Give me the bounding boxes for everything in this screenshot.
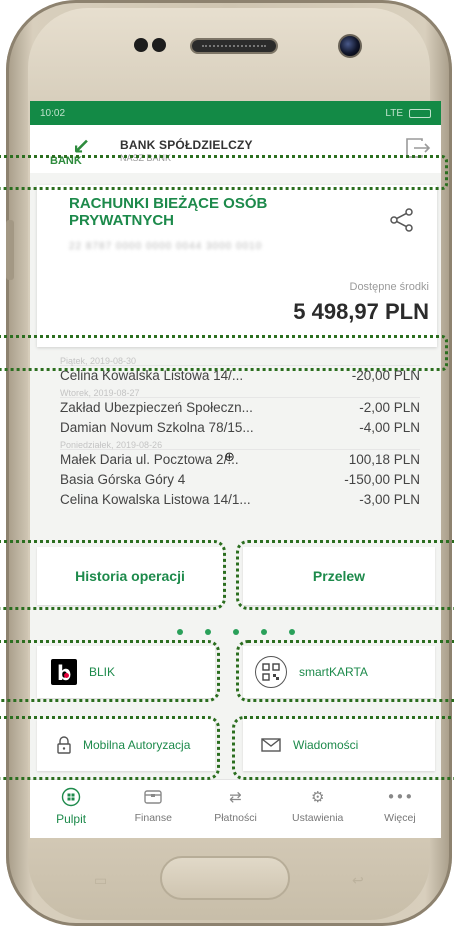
messages-button[interactable]: Wiadomości	[243, 719, 435, 771]
nav-item-wiecej[interactable]: ••• Więcej	[359, 780, 441, 838]
transaction-description: Basia Górska Góry 4	[60, 472, 186, 487]
back-icon[interactable]: ↩	[352, 873, 364, 889]
transaction-description: Małek Daria ul. Pocztowa 2/...	[60, 452, 239, 467]
transfer-arrows-icon: ⇄	[229, 788, 242, 806]
more-icon: •••	[386, 788, 414, 806]
home-button[interactable]	[160, 856, 290, 900]
account-card[interactable]: RACHUNKI BIEŻĄCE OSÓB PRYWATNYCH 22 8787…	[37, 185, 437, 347]
page-indicator	[30, 629, 441, 635]
recent-apps-icon[interactable]: ▭	[94, 873, 107, 889]
transaction-row[interactable]: Celina Kowalska Listowa 14/... -20,00 PL…	[60, 366, 420, 386]
available-funds-label: Dostępne środki	[349, 281, 430, 293]
app-screen: 10:02 LTE ↙ BANK SPÓŁDZIELCZY NASZ BANK …	[30, 101, 441, 838]
network-indicator: LTE	[385, 107, 403, 119]
messages-label: Wiadomości	[293, 738, 359, 752]
envelope-icon	[261, 738, 281, 752]
transaction-list: Piątek, 2019-08-30 Celina Kowalska Listo…	[60, 354, 420, 534]
transaction-amount: -4,00 PLN	[359, 420, 420, 435]
transfer-button[interactable]: Przelew	[243, 547, 435, 605]
nav-label: Finanse	[134, 812, 172, 824]
transfer-label: Przelew	[312, 568, 366, 584]
transaction-date: Poniedziałek, 2019-08-26	[60, 440, 420, 450]
share-icon[interactable]	[389, 207, 415, 233]
wallet-icon	[143, 786, 163, 808]
page-dot[interactable]	[176, 629, 183, 635]
blik-button[interactable]: b BLIK	[37, 646, 215, 698]
available-funds-amount: 5 498,97 PLN	[293, 299, 429, 324]
account-number: 22 8787 0000 0000 0044 3000 0010	[69, 241, 263, 252]
nav-label: Pulpit	[56, 812, 87, 826]
page-dot[interactable]	[232, 629, 239, 635]
transaction-amount: -2,00 PLN	[359, 400, 420, 415]
home-icon	[61, 786, 81, 808]
battery-icon	[409, 108, 431, 118]
transaction-row[interactable]: Celina Kowalska Listowa 14/1... -3,00 PL…	[60, 490, 420, 510]
sensor-icon	[152, 38, 166, 52]
blik-logo-icon: b	[51, 659, 77, 685]
transaction-description: Celina Kowalska Listowa 14/...	[60, 368, 244, 383]
bank-logo-text: BANK	[50, 155, 82, 167]
blik-label: BLIK	[89, 665, 116, 679]
transaction-amount: 100,18 PLN	[348, 452, 420, 467]
transaction-date: Piątek, 2019-08-30	[60, 356, 420, 366]
bank-subtitle: NASZ BANK	[120, 153, 172, 163]
gear-icon: ⚙	[310, 788, 325, 806]
lock-icon	[57, 736, 71, 754]
status-time: 10:02	[40, 107, 66, 119]
nav-label: Więcej	[384, 812, 416, 824]
transaction-row[interactable]: Damian Novum Szkolna 78/15... -4,00 PLN	[60, 418, 420, 438]
transaction-description: Zakład Ubezpieczeń Społeczn...	[60, 400, 253, 415]
nav-item-pulpit[interactable]: Pulpit	[30, 780, 112, 838]
app-header: ↙ BANK SPÓŁDZIELCZY NASZ BANK BANK	[30, 125, 441, 173]
nav-item-finanse[interactable]: Finanse	[112, 780, 194, 838]
smartkarta-button[interactable]: smartKARTA	[243, 646, 435, 698]
crosshair-icon: ⊕	[224, 450, 235, 465]
transaction-date: Wtorek, 2019-08-27	[60, 388, 420, 398]
status-bar: 10:02 LTE	[30, 101, 441, 125]
nav-item-platnosci[interactable]: ⇄ Płatności	[194, 780, 276, 838]
page-dot[interactable]	[288, 629, 295, 635]
account-title: RACHUNKI BIEŻĄCE OSÓB PRYWATNYCH	[69, 195, 268, 229]
transaction-row[interactable]: Zakład Ubezpieczeń Społeczn... -2,00 PLN	[60, 398, 420, 418]
front-camera-icon	[338, 34, 362, 58]
bottom-navigation: Pulpit Finanse ⇄ Płatności ⚙ Ustawienia …	[30, 779, 441, 838]
bank-name: BANK SPÓŁDZIELCZY	[120, 138, 253, 152]
nav-item-ustawienia[interactable]: ⚙ Ustawienia	[277, 780, 359, 838]
transaction-amount: -20,00 PLN	[351, 368, 420, 383]
page-dot[interactable]	[204, 629, 211, 635]
history-button[interactable]: Historia operacji	[37, 547, 223, 605]
qr-code-icon	[255, 656, 287, 688]
transaction-description: Celina Kowalska Listowa 14/1...	[60, 492, 251, 507]
volume-button	[6, 220, 14, 280]
transaction-row[interactable]: Małek Daria ul. Pocztowa 2/... 100,18 PL…	[60, 450, 420, 470]
mobile-authorization-label: Mobilna Autoryzacja	[83, 738, 191, 752]
earpiece-speaker	[190, 38, 278, 54]
transaction-amount: -150,00 PLN	[344, 472, 420, 487]
sensor-icon	[134, 38, 148, 52]
transaction-amount: -3,00 PLN	[359, 492, 420, 507]
nav-label: Ustawienia	[292, 812, 344, 824]
nav-label: Płatności	[214, 812, 257, 824]
transaction-row[interactable]: Basia Górska Góry 4 -150,00 PLN	[60, 470, 420, 490]
history-label: Historia operacji	[75, 568, 185, 584]
smartkarta-label: smartKARTA	[299, 665, 368, 679]
page-dot[interactable]	[260, 629, 267, 635]
transaction-description: Damian Novum Szkolna 78/15...	[60, 420, 254, 435]
mobile-authorization-button[interactable]: Mobilna Autoryzacja	[37, 719, 215, 771]
logout-icon[interactable]	[405, 137, 431, 159]
